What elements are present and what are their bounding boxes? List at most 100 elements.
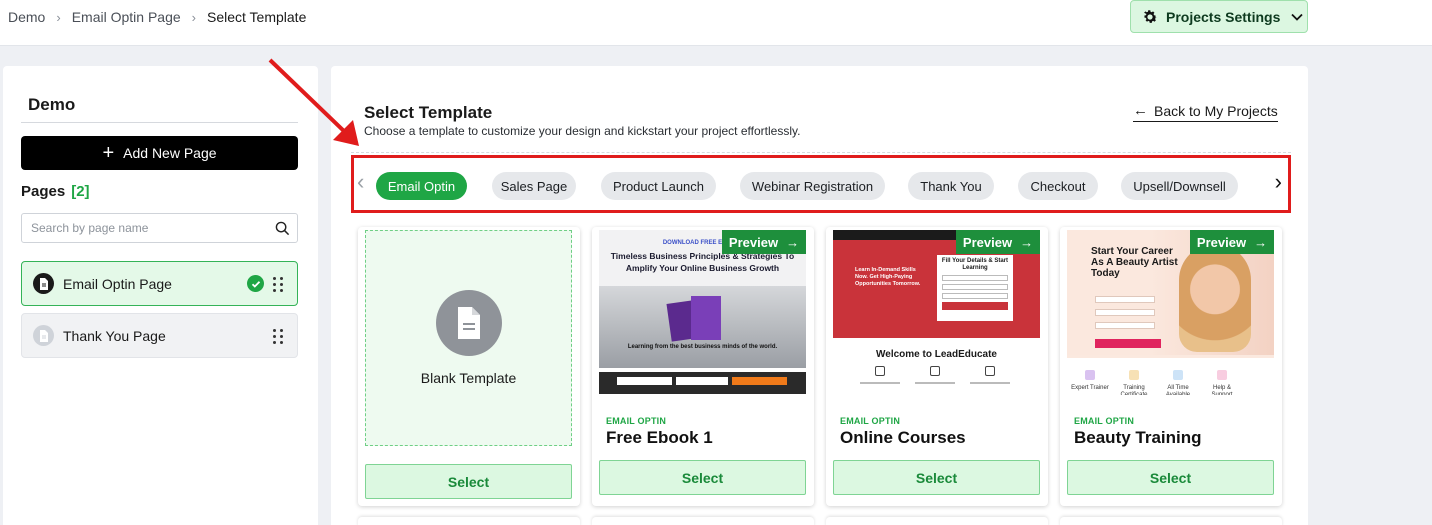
preview-button[interactable]: Preview → <box>956 230 1040 254</box>
category-label: EMAIL OPTIN <box>606 416 667 426</box>
thumbnail-headline: Start Your Career As A Beauty Artist Tod… <box>1091 246 1178 279</box>
top-bar: Demo › Email Optin Page › Select Templat… <box>0 0 1432 46</box>
tab-email-optin[interactable]: Email Optin <box>376 172 467 200</box>
thumbnail-text-line <box>860 382 900 384</box>
chevron-left-icon[interactable]: ‹ <box>357 168 364 196</box>
pages-count: [2] <box>71 183 90 200</box>
thumbnail-text-line <box>970 382 1010 384</box>
thumbnail-hero-text: Learn In-Demand Skills Now. Get High-Pay… <box>855 267 921 287</box>
thumbnail-button <box>1095 339 1161 348</box>
page-search-input[interactable] <box>22 214 262 242</box>
feature-icon <box>1085 370 1095 380</box>
breadcrumb-select-template: Select Template <box>207 9 307 25</box>
feature-label: Training Certificate <box>1120 385 1148 395</box>
feature-icon <box>1173 370 1183 380</box>
thumbnail-field <box>1095 296 1155 303</box>
template-card-peek <box>358 517 580 525</box>
page-item-thank-you[interactable]: Thank You Page <box>21 313 298 358</box>
category-label: EMAIL OPTIN <box>1074 416 1135 426</box>
template-thumbnail[interactable]: DOWNLOAD FREE E-BOOK Timeless Business P… <box>599 230 806 395</box>
blank-template-area[interactable]: Blank Template <box>365 230 572 446</box>
select-button[interactable]: Select <box>1067 460 1274 495</box>
thumbnail-field <box>1095 309 1155 316</box>
projects-settings-label: Projects Settings <box>1166 8 1281 25</box>
template-name: Beauty Training <box>1074 428 1202 447</box>
feature-label: All Time Available <box>1165 385 1191 395</box>
tab-checkout[interactable]: Checkout <box>1018 172 1098 200</box>
sidebar: Demo + Add New Page Pages [2] Email Optin… <box>3 66 318 525</box>
ebook-image <box>691 296 721 340</box>
thumbnail-field <box>942 275 1008 281</box>
tab-thank-you[interactable]: Thank You <box>908 172 994 200</box>
thumbnail-field <box>942 284 1008 290</box>
feature-label: Expert Trainer <box>1071 385 1109 391</box>
thumbnail-button <box>942 302 1008 310</box>
select-button[interactable]: Select <box>599 460 806 495</box>
preview-button[interactable]: Preview → <box>1190 230 1274 254</box>
drag-handle-icon[interactable] <box>273 328 283 344</box>
template-thumbnail[interactable]: Learn In-Demand Skills Now. Get High-Pay… <box>833 230 1040 395</box>
back-to-projects-label: Back to My Projects <box>1154 102 1278 119</box>
preview-button[interactable]: Preview → <box>722 230 806 254</box>
thumbnail-welcome: Welcome to LeadEducate <box>876 349 997 360</box>
template-name: Online Courses <box>840 428 966 447</box>
thumbnail-field <box>676 377 728 385</box>
page-title: Select Template <box>364 103 493 122</box>
tab-product-launch[interactable]: Product Launch <box>601 172 716 200</box>
feature-icon <box>1217 370 1227 380</box>
drag-handle-icon[interactable] <box>273 276 283 292</box>
breadcrumb-demo[interactable]: Demo <box>8 9 45 25</box>
template-card-beauty-training: Start Your Career As A Beauty Artist Tod… <box>1060 227 1282 506</box>
pages-heading-label: Pages <box>21 183 66 200</box>
thumbnail-field <box>617 377 672 385</box>
template-name: Free Ebook 1 <box>606 428 713 447</box>
divider <box>21 122 298 123</box>
template-thumbnail[interactable]: Start Your Career As A Beauty Artist Tod… <box>1067 230 1274 395</box>
template-card-peek <box>826 517 1048 525</box>
thumbnail-field <box>1095 322 1155 329</box>
preview-label: Preview <box>728 234 779 250</box>
add-new-page-button[interactable]: + Add New Page <box>21 136 298 170</box>
blank-template-label: Blank Template <box>420 370 517 386</box>
feature-icon <box>1129 370 1139 380</box>
add-new-page-label: Add New Page <box>123 145 217 161</box>
select-button[interactable]: Select <box>833 460 1040 495</box>
gear-icon <box>1144 9 1158 23</box>
chevron-down-icon <box>1291 13 1304 21</box>
back-to-projects-link[interactable]: ← Back to My Projects <box>1133 102 1278 122</box>
thumbnail-form: Fill Your Details & Start Learning <box>937 255 1013 321</box>
breadcrumb-email-optin-page[interactable]: Email Optin Page <box>72 9 181 25</box>
search-icon[interactable] <box>275 221 290 236</box>
arrow-right-icon: → <box>1254 234 1268 250</box>
feature-icon <box>985 366 995 376</box>
breadcrumb-separator-icon: › <box>56 9 61 25</box>
check-circle-icon <box>247 275 264 292</box>
arrow-right-icon: → <box>1020 234 1034 250</box>
template-card-blank: Blank Template Select <box>358 227 580 506</box>
plus-icon: + <box>102 142 115 164</box>
feature-icon <box>875 366 885 376</box>
page-subtitle: Choose a template to customize your desi… <box>364 124 801 138</box>
template-panel: Select Template Choose a template to cus… <box>331 66 1308 525</box>
thumbnail-button <box>732 377 787 385</box>
template-card-peek <box>1060 517 1282 525</box>
thumbnail-form-title: Fill Your Details & Start Learning <box>941 258 1009 271</box>
template-card-online-courses: Learn In-Demand Skills Now. Get High-Pay… <box>826 227 1048 506</box>
category-label: EMAIL OPTIN <box>840 416 901 426</box>
tab-upsell-downsell[interactable]: Upsell/Downsell <box>1121 172 1238 200</box>
page-item-email-optin[interactable]: Email Optin Page <box>21 261 298 306</box>
arrow-right-icon: → <box>786 234 800 250</box>
chevron-right-icon[interactable]: › <box>1275 168 1282 196</box>
select-button[interactable]: Select <box>365 464 572 499</box>
arrow-left-icon: ← <box>1133 102 1148 119</box>
preview-label: Preview <box>1196 234 1247 250</box>
tab-webinar-registration[interactable]: Webinar Registration <box>740 172 885 200</box>
thumbnail-field <box>942 293 1008 299</box>
projects-settings-button[interactable]: Projects Settings <box>1130 0 1308 33</box>
feature-icon <box>930 366 940 376</box>
divider <box>351 152 1291 153</box>
tab-sales-page[interactable]: Sales Page <box>492 172 576 200</box>
feature-label: Help & Support <box>1211 385 1233 395</box>
thumbnail-caption: Learning from the best business minds of… <box>627 344 778 350</box>
template-card-free-ebook: DOWNLOAD FREE E-BOOK Timeless Business P… <box>592 227 814 506</box>
